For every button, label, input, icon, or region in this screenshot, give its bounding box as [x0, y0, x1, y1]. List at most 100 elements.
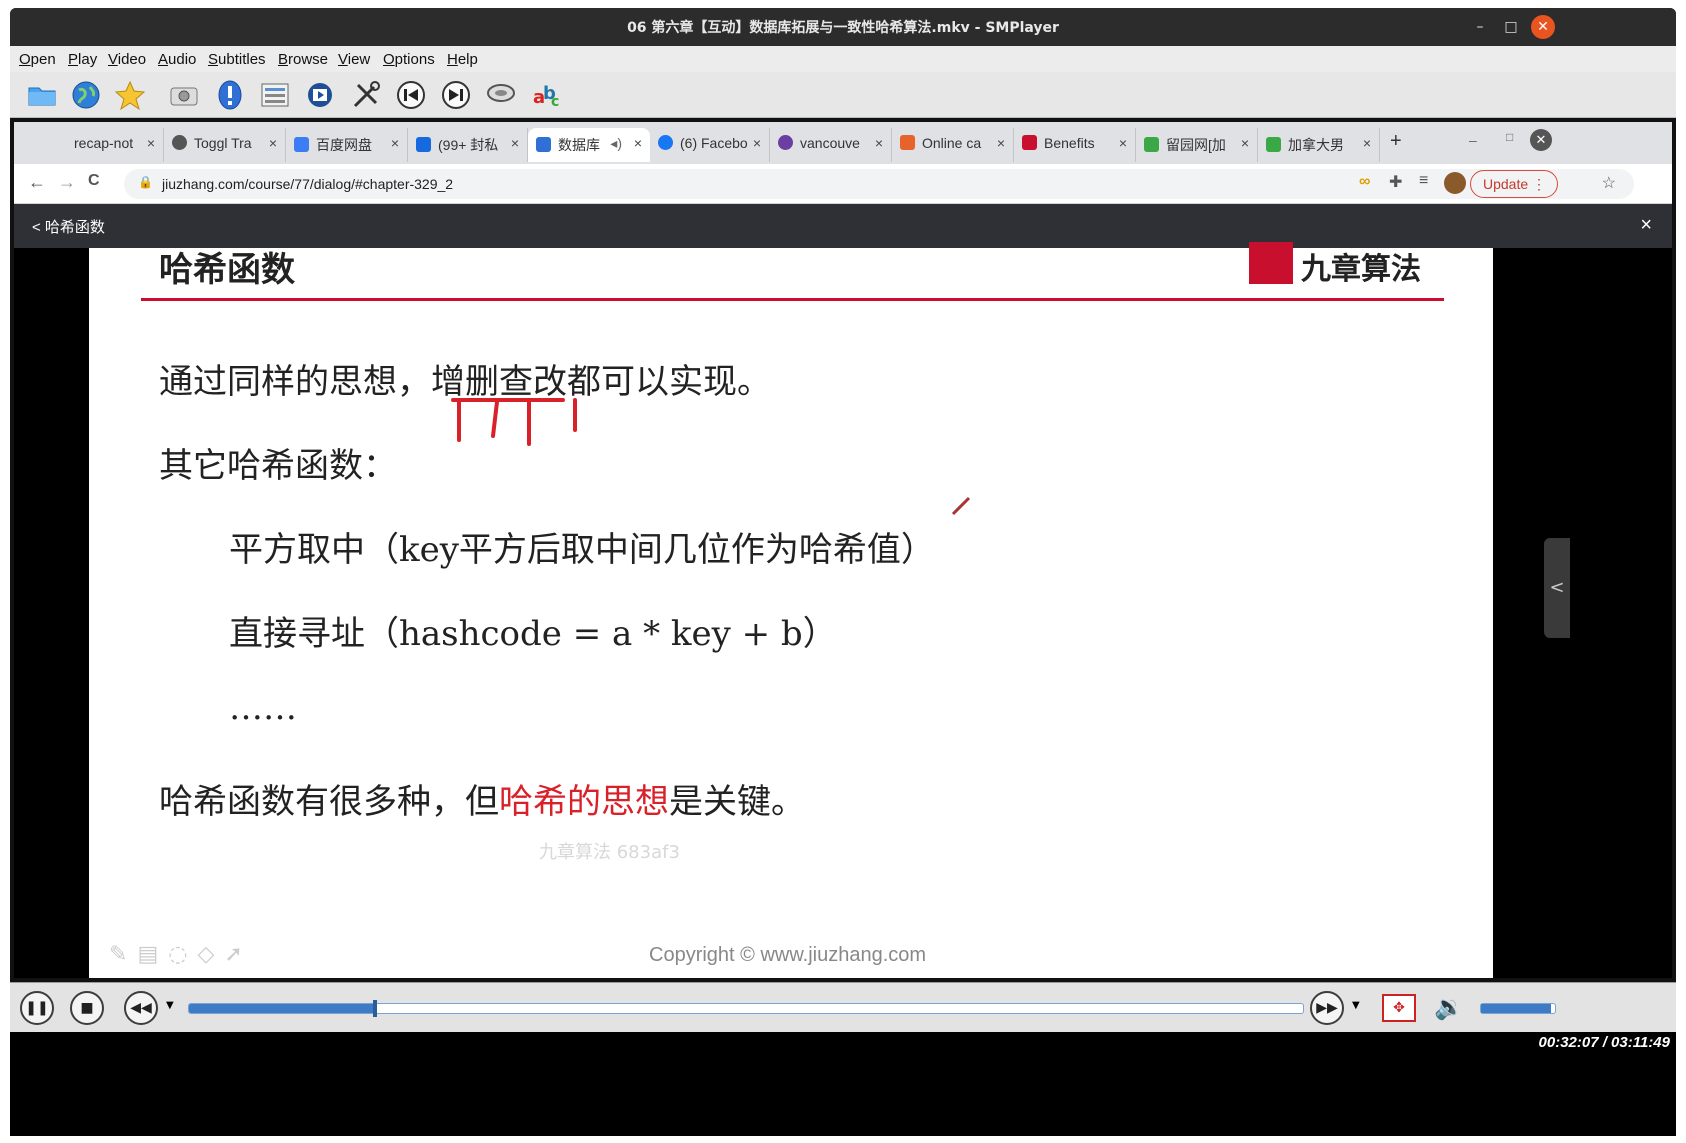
- tab-favicon-icon: [536, 137, 551, 152]
- seek-handle[interactable]: [373, 1000, 378, 1017]
- media-queue-icon[interactable]: ≡: [1419, 172, 1428, 190]
- slide-line-3: 平方取中（key平方后取中间几位作为哈希值）: [229, 530, 935, 570]
- tab-close-icon[interactable]: ×: [511, 135, 519, 151]
- menu-browse[interactable]: Browse: [278, 51, 328, 68]
- volume-slider[interactable]: [1480, 1003, 1556, 1014]
- browser-tab[interactable]: 留园网[加 ×: [1136, 128, 1258, 162]
- media-icon[interactable]: [304, 79, 336, 111]
- puzzle-icon[interactable]: ✚: [1389, 172, 1402, 192]
- volume-speaker-icon[interactable]: 🔉: [1434, 993, 1464, 1021]
- back-arrow-icon[interactable]: ←: [28, 172, 46, 193]
- info-icon[interactable]: [214, 79, 246, 111]
- tab-close-icon[interactable]: ×: [269, 135, 277, 151]
- browser-tab[interactable]: recap-not ×: [44, 128, 164, 162]
- browser-tab[interactable]: Online ca ×: [892, 128, 1014, 162]
- next-icon[interactable]: [440, 79, 472, 111]
- lock-icon: 🔒: [138, 175, 153, 189]
- menu-help[interactable]: Help: [447, 51, 478, 68]
- previous-icon[interactable]: [395, 79, 427, 111]
- fullscreen-icon[interactable]: ✥: [1382, 994, 1416, 1022]
- watermark: 九章算法 683af3: [539, 842, 680, 863]
- tab-close-icon[interactable]: ×: [1119, 135, 1127, 151]
- tab-close-icon[interactable]: ×: [1363, 135, 1371, 151]
- browser-tab[interactable]: 加拿大男 ×: [1258, 128, 1380, 162]
- video-area[interactable]: 哈希函数 九章算法 通过同样的思想，增删查改都可以实现。 其它哈希函数： 平方取…: [14, 242, 1672, 978]
- tab-label: Toggl Tra: [194, 135, 252, 151]
- menu-open[interactable]: Open: [19, 51, 56, 68]
- menu-play[interactable]: Play: [68, 51, 97, 68]
- eraser-icon[interactable]: ◌: [168, 942, 197, 967]
- control-bar: ❚❚ ■ ◀◀ ▼ ▶▶ ▼ ✥ 🔉: [10, 982, 1676, 1032]
- menu-view[interactable]: View: [338, 51, 370, 68]
- browser-tab[interactable]: 百度网盘 ×: [286, 128, 408, 162]
- maximize-button[interactable]: □: [1499, 15, 1523, 39]
- tab-label: Online ca: [922, 135, 982, 151]
- forward-button[interactable]: ▶▶: [1310, 991, 1344, 1025]
- title-bar: 06 第六章【互动】数据库拓展与一致性哈希算法.mkv - SMPlayer –…: [10, 8, 1676, 46]
- url-box[interactable]: 🔒 jiuzhang.com/course/77/dialog/#chapter…: [124, 169, 1634, 199]
- browser-tab[interactable]: vancouve ×: [770, 128, 892, 162]
- volume-level: [1481, 1004, 1552, 1013]
- annotation-tools[interactable]: ✎▤◌◇➚: [109, 942, 253, 967]
- tab-favicon-icon: [900, 135, 915, 150]
- update-button[interactable]: Update ⋮: [1470, 170, 1558, 198]
- bookmark-star-icon[interactable]: ☆: [1602, 173, 1616, 193]
- tab-favicon-icon: [1144, 137, 1159, 152]
- side-panel-toggle[interactable]: <: [1544, 538, 1570, 638]
- browser-tab-active[interactable]: 数据库 ◂) ×: [528, 128, 650, 162]
- favorites-star-icon[interactable]: [114, 79, 146, 111]
- seek-bar[interactable]: [188, 1000, 1304, 1017]
- open-folder-icon[interactable]: [26, 79, 58, 111]
- new-tab-button[interactable]: +: [1390, 130, 1402, 153]
- preferences-tools-icon[interactable]: [350, 79, 382, 111]
- tab-close-icon[interactable]: ×: [997, 135, 1005, 151]
- forward-menu-chevron-down-icon[interactable]: ▼: [1352, 1000, 1360, 1011]
- url-text[interactable]: jiuzhang.com/course/77/dialog/#chapter-3…: [162, 176, 453, 192]
- tab-close-icon[interactable]: ×: [634, 135, 642, 151]
- web-globe-icon[interactable]: [70, 79, 102, 111]
- stop-button[interactable]: ■: [70, 991, 104, 1025]
- browser-tab[interactable]: Toggl Tra ×: [164, 128, 286, 162]
- rewind-button[interactable]: ◀◀: [124, 991, 158, 1025]
- back-to-chapter-link[interactable]: < 哈希函数: [32, 216, 105, 237]
- board-icon[interactable]: ▤: [137, 942, 168, 967]
- forward-arrow-icon[interactable]: →: [58, 172, 76, 193]
- tab-close-icon[interactable]: ×: [391, 135, 399, 151]
- reload-icon[interactable]: C: [88, 172, 100, 190]
- tab-audio-icon[interactable]: ◂): [610, 135, 622, 152]
- screenshot-camera-icon[interactable]: [168, 79, 200, 111]
- browser-tab[interactable]: (99+ 封私 ×: [408, 128, 528, 162]
- pointer-icon[interactable]: ➚: [224, 942, 252, 967]
- browser-minimize-icon[interactable]: –: [1469, 132, 1477, 148]
- menu-subtitles[interactable]: Subtitles: [208, 51, 266, 68]
- tab-close-icon[interactable]: ×: [875, 135, 883, 151]
- slide-heading: 哈希函数: [159, 250, 295, 290]
- rewind-menu-chevron-down-icon[interactable]: ▼: [166, 1000, 174, 1011]
- minimize-button[interactable]: –: [1468, 15, 1492, 39]
- menu-options[interactable]: Options: [383, 51, 435, 68]
- playlist-icon[interactable]: [259, 79, 291, 111]
- pen-cursor-icon: [951, 496, 971, 516]
- close-dialog-icon[interactable]: ×: [1640, 214, 1652, 237]
- menu-audio[interactable]: Audio: [158, 51, 196, 68]
- slide-line-6-end: 是关键。: [669, 782, 805, 822]
- tab-close-icon[interactable]: ×: [147, 135, 155, 151]
- slide-line-6: 哈希函数有很多种，但哈希的思想是关键。: [159, 774, 805, 823]
- subtitles-icon[interactable]: abc: [531, 79, 563, 111]
- tab-close-icon[interactable]: ×: [753, 135, 761, 151]
- browser-close-icon[interactable]: ✕: [1530, 129, 1552, 151]
- tab-favicon-icon: [1266, 137, 1281, 152]
- browser-tab[interactable]: (6) Facebo ×: [650, 128, 770, 162]
- menu-video[interactable]: Video: [108, 51, 146, 68]
- avatar[interactable]: [1444, 172, 1466, 194]
- extension-icon[interactable]: ∞: [1359, 173, 1370, 191]
- clear-icon[interactable]: ◇: [197, 942, 224, 967]
- pencil-icon[interactable]: ✎: [109, 942, 137, 967]
- audio-icon[interactable]: [485, 79, 517, 111]
- close-button[interactable]: ✕: [1531, 15, 1555, 39]
- slide-line-6-start: 哈希函数有很多种，但: [159, 782, 499, 822]
- tab-close-icon[interactable]: ×: [1241, 135, 1249, 151]
- pause-button[interactable]: ❚❚: [20, 991, 54, 1025]
- browser-tab[interactable]: Benefits ×: [1014, 128, 1136, 162]
- browser-maximize-icon[interactable]: □: [1506, 130, 1513, 144]
